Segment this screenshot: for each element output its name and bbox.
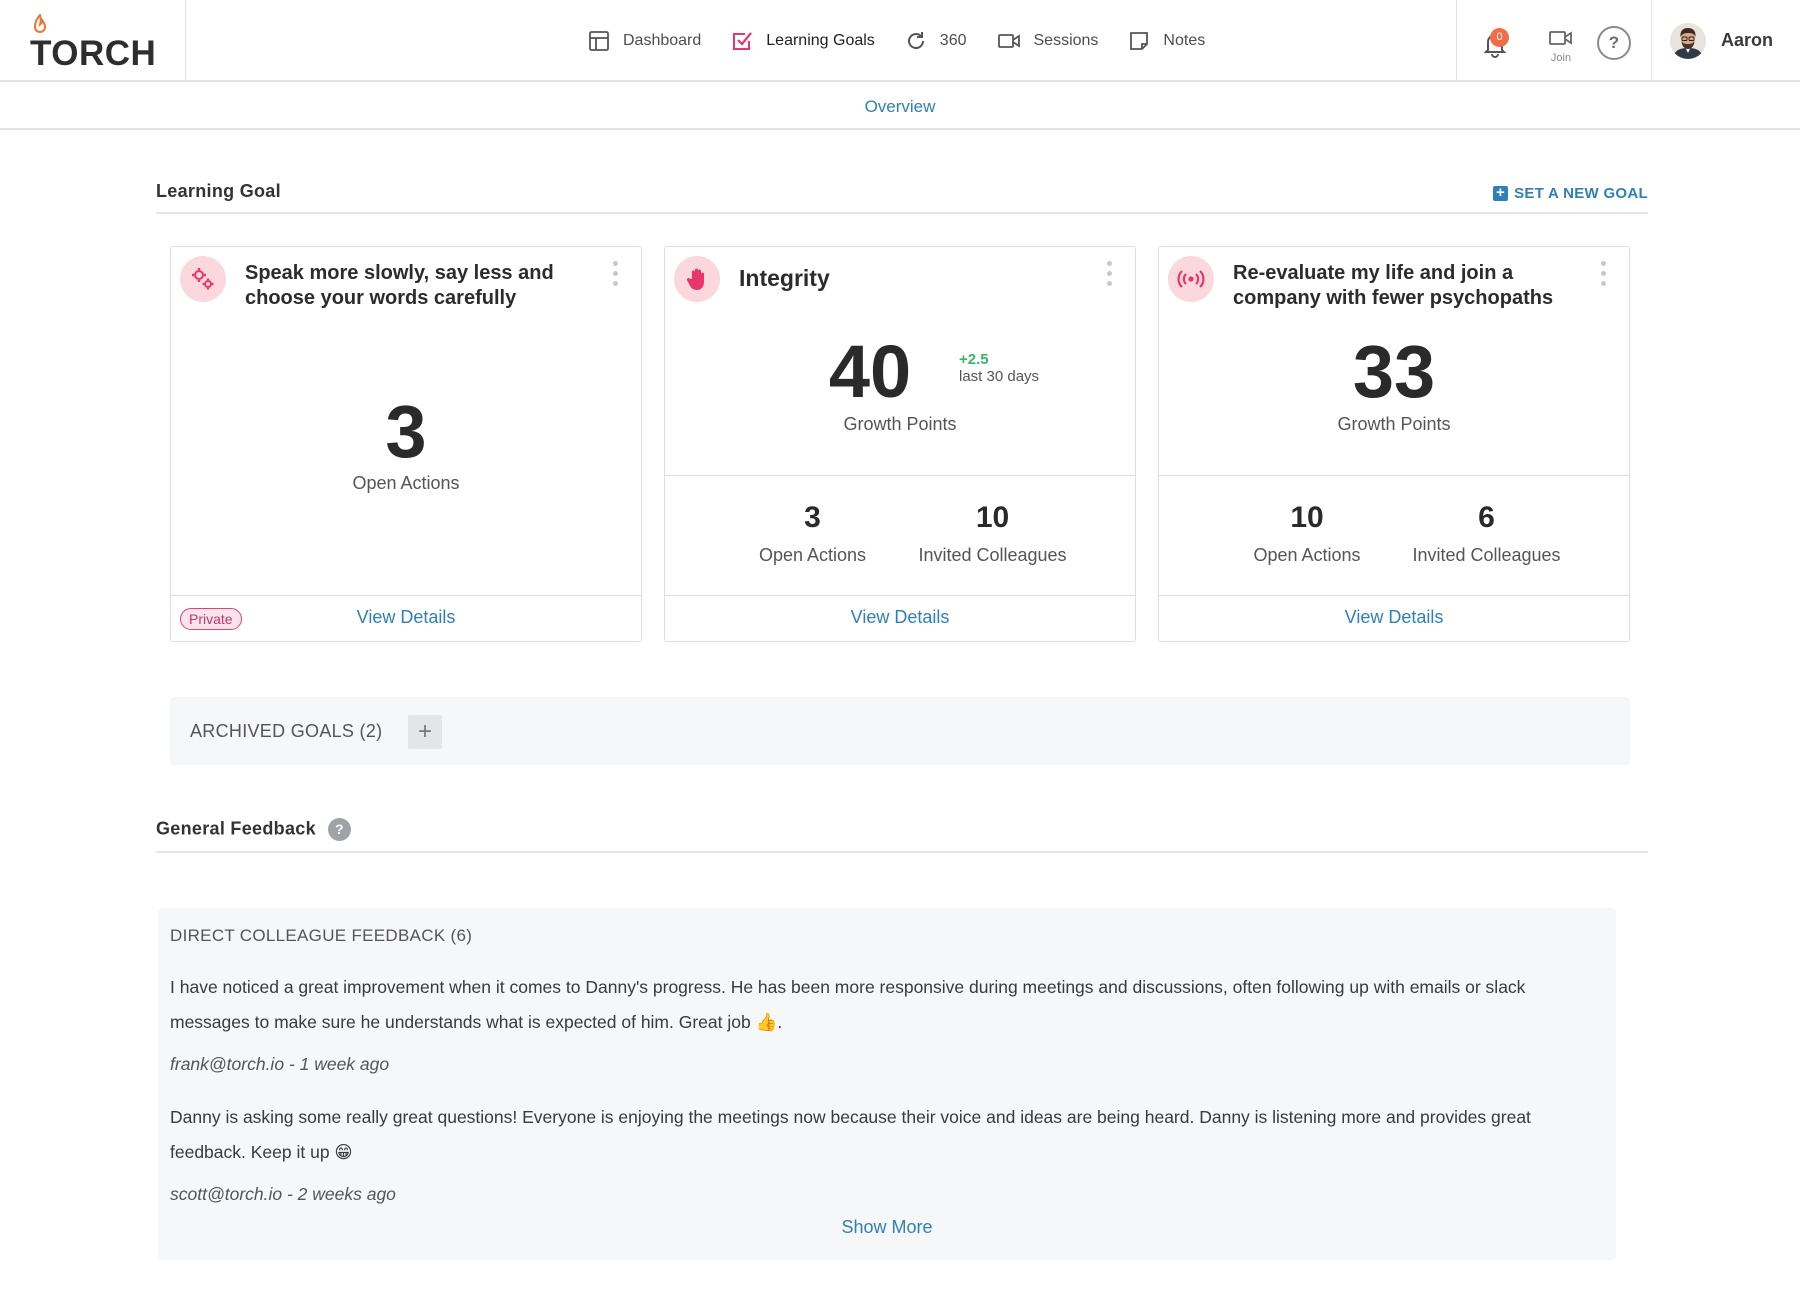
gears-icon — [180, 256, 226, 302]
user-name: Aaron — [1721, 30, 1774, 50]
feedback-text: I have noticed a great improvement when … — [170, 977, 1526, 1032]
card-divider — [1159, 475, 1629, 476]
growth-points-label: Growth Points — [843, 414, 957, 434]
view-details-link[interactable]: View Details — [1159, 607, 1629, 628]
section-title: Learning Goal — [156, 181, 281, 201]
nav-dashboard[interactable]: Dashboard — [588, 30, 701, 52]
brand-name: TORCH — [30, 34, 157, 73]
show-more-link[interactable]: Show More — [158, 1217, 1616, 1238]
goal-card: Integrity 40 +2.5 last 30 days Growth Po… — [664, 246, 1136, 642]
open-actions-value: 3 — [385, 390, 427, 473]
invited-colleagues-stat: 6 Invited Colleagues — [1394, 501, 1579, 566]
open-actions-label: Open Actions — [352, 473, 460, 493]
card-footer: View Details — [665, 595, 1135, 641]
nav-learning-goals[interactable]: Learning Goals — [731, 30, 875, 52]
nav-360-label: 360 — [939, 32, 967, 49]
learning-goal-header: Learning Goal + SET A NEW GOAL — [156, 156, 1648, 214]
set-new-goal-button[interactable]: + SET A NEW GOAL — [1493, 185, 1648, 202]
video-icon — [1549, 31, 1572, 45]
card-divider — [665, 475, 1135, 476]
stat-label: Invited Colleagues — [1412, 545, 1561, 565]
join-button[interactable]: Join — [1541, 29, 1581, 64]
logo[interactable]: TORCH — [0, 0, 186, 82]
expand-archived-button[interactable]: + — [408, 715, 442, 749]
nav-sessions[interactable]: Sessions — [997, 30, 1099, 52]
stat-value: 10 — [1290, 501, 1324, 534]
dashboard-icon — [589, 31, 609, 51]
nav-360[interactable]: 360 — [905, 30, 967, 52]
view-details-link[interactable]: View Details — [665, 607, 1135, 628]
invited-colleagues-stat: 10 Invited Colleagues — [900, 501, 1085, 566]
archived-goals[interactable]: ARCHIVED GOALS (2) + — [170, 697, 1630, 765]
flame-icon — [33, 14, 47, 33]
card-footer: View Details — [1159, 595, 1629, 641]
top-bar: TORCH Dashboard Learning Goals 360 Sessi… — [0, 0, 1800, 82]
card-footer: Private View Details — [171, 595, 641, 641]
stat-label: Open Actions — [1253, 545, 1361, 565]
set-new-goal-label: SET A NEW GOAL — [1514, 185, 1648, 202]
feedback-box-title: DIRECT COLLEAGUE FEEDBACK (6) — [170, 926, 473, 945]
goal-title[interactable]: Integrity — [739, 266, 1089, 291]
stat-value: 3 — [804, 501, 821, 534]
help-icon[interactable]: ? — [327, 818, 351, 841]
open-actions-stat: 3 Open Actions — [735, 501, 890, 566]
section-title: General Feedback? — [156, 818, 351, 841]
stat-label: Open Actions — [758, 545, 867, 565]
general-feedback-header: General Feedback? — [156, 795, 1648, 853]
nav-learning-goals-label: Learning Goals — [766, 32, 875, 49]
more-options-icon[interactable] — [613, 261, 619, 289]
growth-points-value: 33 — [1352, 330, 1436, 413]
stat-label: Invited Colleagues — [918, 545, 1067, 565]
open-actions-stat: 10 Open Actions — [1237, 501, 1377, 566]
growth-delta-period: last 30 days — [959, 368, 1040, 385]
more-options-icon[interactable] — [1601, 261, 1607, 289]
goal-card: Re-evaluate my life and join a company w… — [1158, 246, 1630, 642]
feedback-box: DIRECT COLLEAGUE FEEDBACK (6) I have not… — [158, 908, 1616, 1260]
join-label: Join — [1550, 52, 1572, 64]
avatar — [1670, 23, 1706, 59]
checkbox-icon — [733, 32, 753, 50]
feedback-author: frank@torch.io - 1 week ago — [170, 1054, 390, 1074]
growth-points-label: Growth Points — [1337, 414, 1451, 434]
goal-card: Speak more slowly, say less and choose y… — [170, 246, 642, 642]
nav-dashboard-label: Dashboard — [623, 32, 702, 49]
refresh-icon — [907, 32, 924, 49]
main-nav: Dashboard Learning Goals 360 Sessions No… — [588, 24, 1235, 58]
video-icon — [997, 34, 1020, 48]
plus-icon: + — [1493, 185, 1509, 201]
nav-notes-label: Notes — [1163, 32, 1206, 49]
notification-badge: 0 — [1490, 28, 1509, 47]
hand-icon — [674, 256, 720, 302]
user-menu[interactable]: Aaron — [1651, 0, 1800, 82]
feedback-author: scott@torch.io - 2 weeks ago — [170, 1184, 396, 1204]
view-details-link[interactable]: View Details — [171, 607, 641, 628]
header-actions: 0 Join ? Aaron — [1456, 0, 1800, 82]
stat-value: 6 — [1478, 501, 1495, 534]
help-button[interactable]: ? — [1597, 26, 1631, 60]
nav-sessions-label: Sessions — [1033, 32, 1099, 49]
broadcast-icon — [1168, 256, 1214, 302]
general-feedback-title: General Feedback — [156, 818, 316, 839]
note-icon — [1130, 32, 1149, 50]
growth-delta: +2.5 — [959, 351, 989, 368]
tab-overview[interactable]: Overview — [865, 97, 936, 117]
sub-nav: Overview — [0, 82, 1800, 130]
goal-title[interactable]: Speak more slowly, say less and choose y… — [245, 261, 595, 311]
stat-value: 10 — [975, 501, 1010, 534]
goal-title[interactable]: Re-evaluate my life and join a company w… — [1233, 261, 1583, 311]
more-options-icon[interactable] — [1107, 261, 1113, 289]
nav-notes[interactable]: Notes — [1128, 30, 1205, 52]
archived-goals-label: ARCHIVED GOALS (2) — [190, 721, 383, 741]
feedback-text: Danny is asking some really great questi… — [170, 1107, 1531, 1162]
